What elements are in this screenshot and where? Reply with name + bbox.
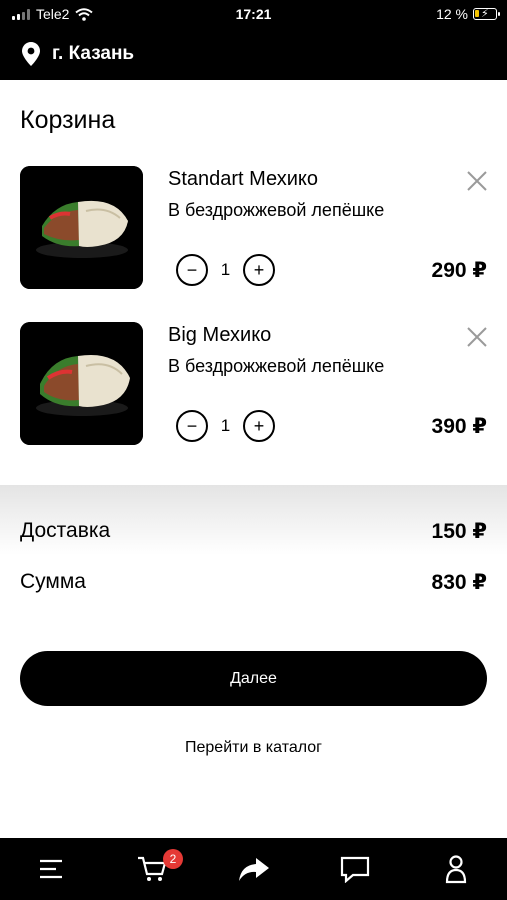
product-name: Big Мехико — [168, 324, 272, 346]
status-bar: Tele2 17:21 12 % ⚡ — [0, 0, 507, 28]
profile-icon — [445, 855, 467, 884]
city-selector[interactable]: г. Казань — [0, 28, 507, 80]
product-name: Standart Мехико — [168, 168, 318, 190]
product-image — [20, 322, 143, 445]
total-row: Сумма 830 ₽ — [20, 570, 487, 595]
minus-icon: − — [186, 260, 198, 280]
menu-icon — [40, 859, 62, 879]
tab-profile[interactable] — [439, 852, 473, 886]
decrease-button[interactable]: − — [176, 410, 208, 442]
next-button[interactable]: Далее — [20, 651, 487, 706]
share-icon — [239, 858, 269, 881]
delivery-amount: 150 ₽ — [431, 520, 487, 543]
total-label: Сумма — [20, 570, 86, 593]
remove-item-button[interactable] — [464, 324, 490, 350]
tab-menu[interactable] — [34, 852, 68, 886]
quantity-value: 1 — [220, 260, 231, 279]
product-description: В бездрожжевой лепёшке — [168, 200, 385, 220]
delivery-label: Доставка — [20, 519, 111, 542]
cart-item: Standart Мехико В бездрожжевой лепёшке −… — [0, 166, 507, 290]
tab-share[interactable] — [237, 852, 271, 886]
remove-item-button[interactable] — [464, 168, 490, 194]
tab-chat[interactable] — [338, 852, 372, 886]
tab-bar — [0, 838, 507, 900]
battery-percent: 12 % — [436, 6, 468, 22]
chat-icon — [340, 856, 370, 883]
cart-item: Big Мехико В бездрожжевой лепёшке − 1 + … — [0, 322, 507, 446]
clock: 17:21 — [235, 6, 272, 22]
quantity-stepper: − 1 + — [176, 254, 275, 286]
increase-button[interactable]: + — [243, 410, 275, 442]
delivery-row: Доставка 150 ₽ — [20, 519, 487, 544]
battery-charging-icon: ⚡ — [473, 8, 500, 20]
product-image — [20, 166, 143, 289]
cart-count-badge: 2 — [163, 849, 183, 869]
total-amount: 830 ₽ — [431, 571, 487, 594]
plus-icon: + — [253, 260, 265, 280]
page-title: Корзина — [20, 106, 116, 134]
product-price: 290 ₽ — [431, 259, 487, 282]
catalog-link[interactable]: Перейти в каталог — [0, 739, 507, 757]
quantity-stepper: − 1 + — [176, 410, 275, 442]
quantity-value: 1 — [220, 416, 231, 435]
minus-icon: − — [186, 416, 198, 436]
product-description: В бездрожжевой лепёшке — [168, 356, 385, 376]
plus-icon: + — [253, 416, 265, 436]
product-price: 390 ₽ — [431, 415, 487, 438]
decrease-button[interactable]: − — [176, 254, 208, 286]
location-pin-icon — [22, 42, 40, 66]
city-label: г. Казань — [52, 43, 135, 64]
increase-button[interactable]: + — [243, 254, 275, 286]
